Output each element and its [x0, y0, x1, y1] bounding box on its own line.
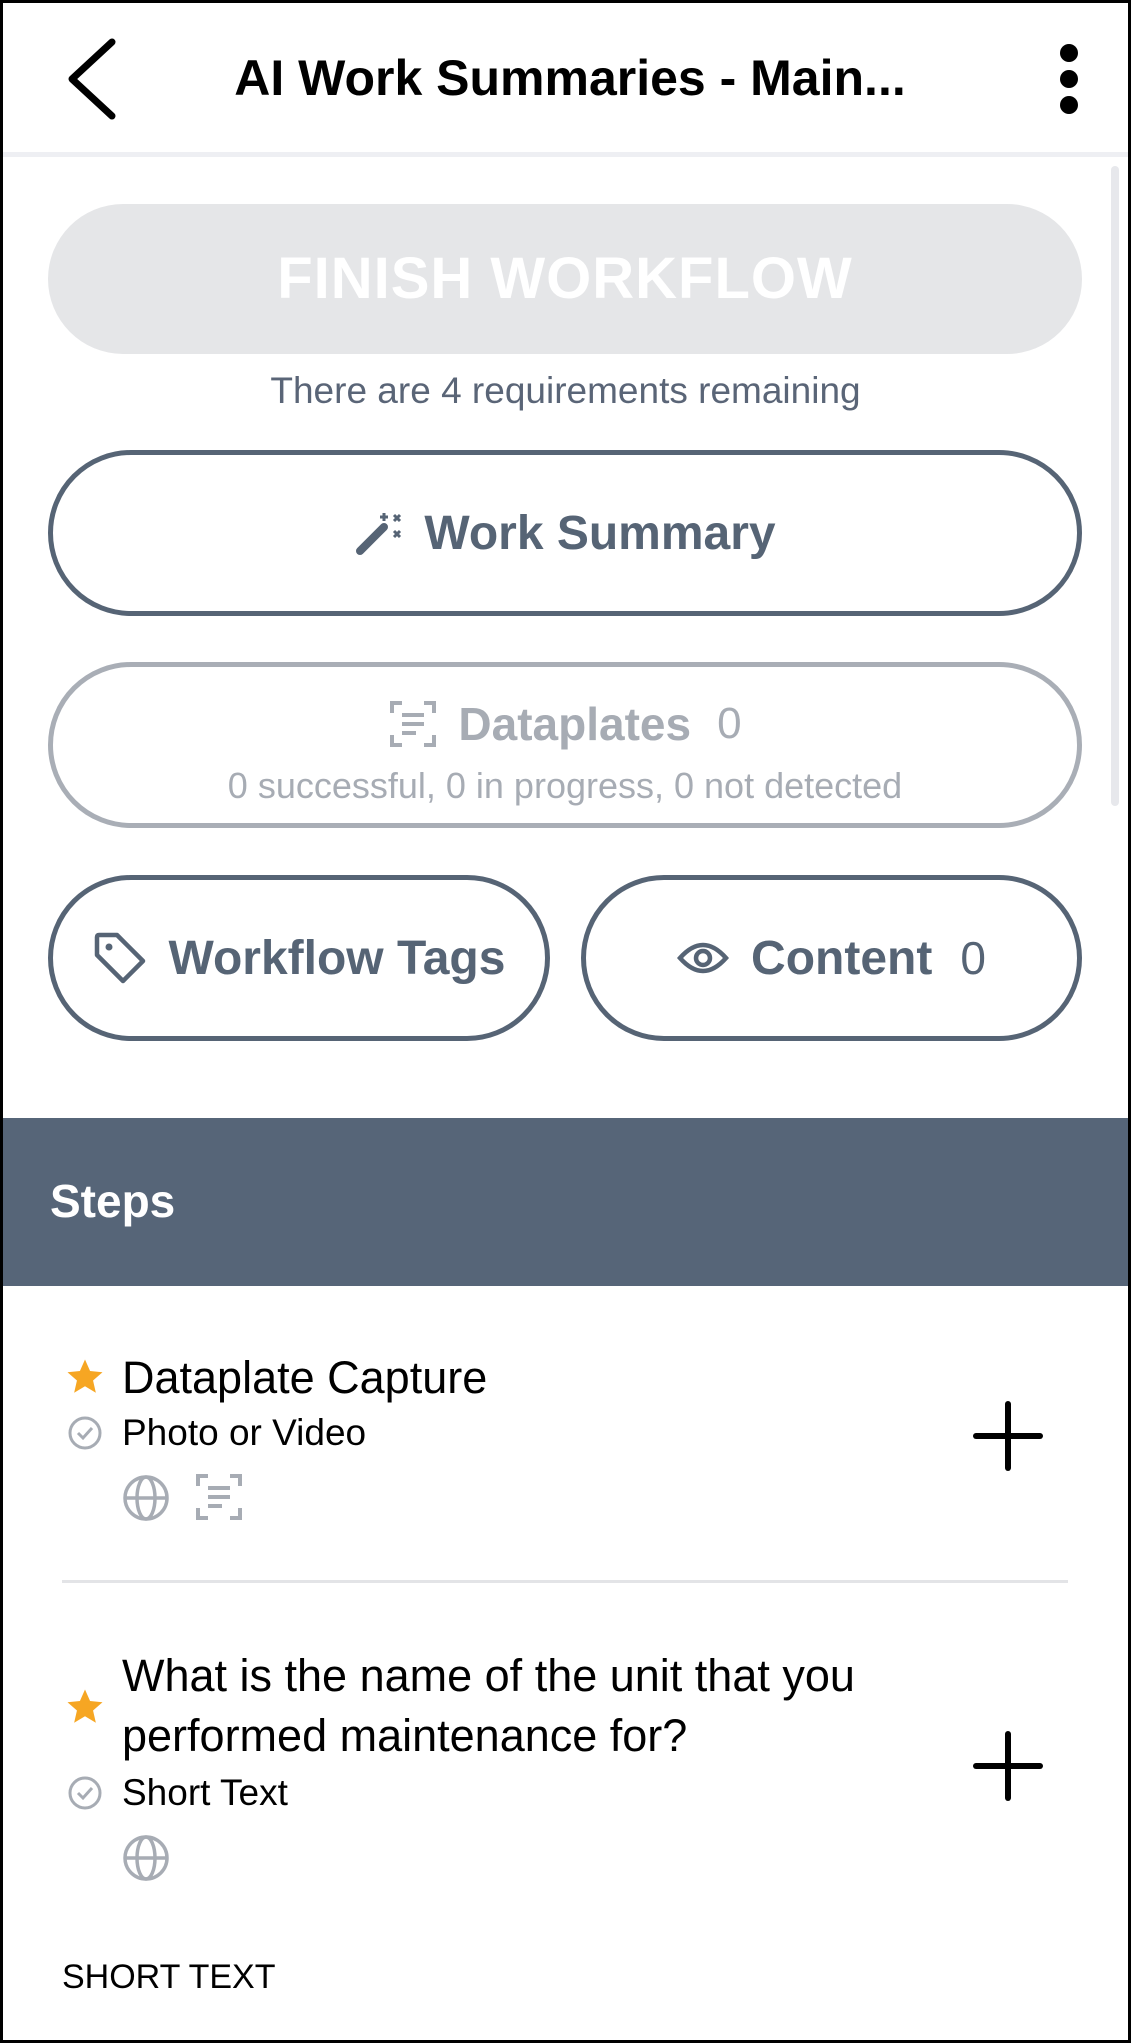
- magic-wand-icon: [356, 513, 402, 555]
- add-icon[interactable]: [972, 1400, 1044, 1472]
- step-item[interactable]: Dataplate Capture Photo or Video: [0, 1330, 1131, 1570]
- tag-icon: [94, 932, 145, 984]
- chevron-left-icon: [68, 38, 116, 120]
- back-button[interactable]: [62, 36, 132, 122]
- divider: [62, 1580, 1068, 1583]
- work-summary-button[interactable]: Work Summary: [48, 450, 1082, 616]
- document-scan-icon: [196, 1474, 242, 1520]
- step-title-line-2: performed maintenance for?: [122, 1710, 688, 1761]
- requirements-remaining-text: There are 4 requirements remaining: [270, 370, 861, 411]
- check-circle-icon: [68, 1776, 102, 1810]
- step-type: Short Text: [122, 1772, 288, 1813]
- step-title-line-1: What is the name of the unit that you: [122, 1650, 855, 1701]
- steps-heading: Steps: [50, 1175, 176, 1227]
- page-title: AI Work Summaries - Main...: [234, 50, 906, 106]
- workflow-tags-label: Workflow Tags: [168, 931, 506, 985]
- globe-icon: [123, 1475, 169, 1521]
- work-summary-label: Work Summary: [424, 506, 776, 560]
- step-item[interactable]: What is the name of the unit that you pe…: [0, 1630, 1131, 1890]
- eye-icon: [677, 942, 730, 974]
- scrollbar[interactable]: [1111, 166, 1119, 806]
- app-header: AI Work Summaries - Main...: [0, 0, 1131, 157]
- more-menu-button[interactable]: [1052, 38, 1086, 118]
- step-type: Photo or Video: [122, 1412, 367, 1453]
- document-scan-icon: [390, 701, 437, 747]
- globe-icon: [123, 1835, 169, 1881]
- content-button[interactable]: Content 0: [581, 875, 1082, 1041]
- required-star-icon: [67, 1359, 103, 1393]
- step-title: Dataplate Capture: [122, 1352, 488, 1403]
- content-label: Content: [751, 931, 933, 985]
- short-text-label: SHORT TEXT: [62, 1958, 276, 1996]
- steps-section-header: Steps: [0, 1118, 1131, 1286]
- dataplates-count: 0: [717, 699, 742, 748]
- add-icon[interactable]: [972, 1730, 1044, 1802]
- required-star-icon: [67, 1689, 103, 1723]
- check-circle-icon: [68, 1416, 102, 1450]
- more-vertical-icon: [1060, 44, 1078, 62]
- content-count: 0: [960, 932, 986, 984]
- finish-workflow-button[interactable]: FINISH WORKFLOW: [48, 204, 1082, 354]
- dataplates-button[interactable]: Dataplates 0 0 successful, 0 in progress…: [48, 662, 1082, 828]
- workflow-tags-button[interactable]: Workflow Tags: [48, 875, 550, 1041]
- dataplates-label: Dataplates: [458, 698, 692, 750]
- dataplates-status: 0 successful, 0 in progress, 0 not detec…: [227, 765, 903, 806]
